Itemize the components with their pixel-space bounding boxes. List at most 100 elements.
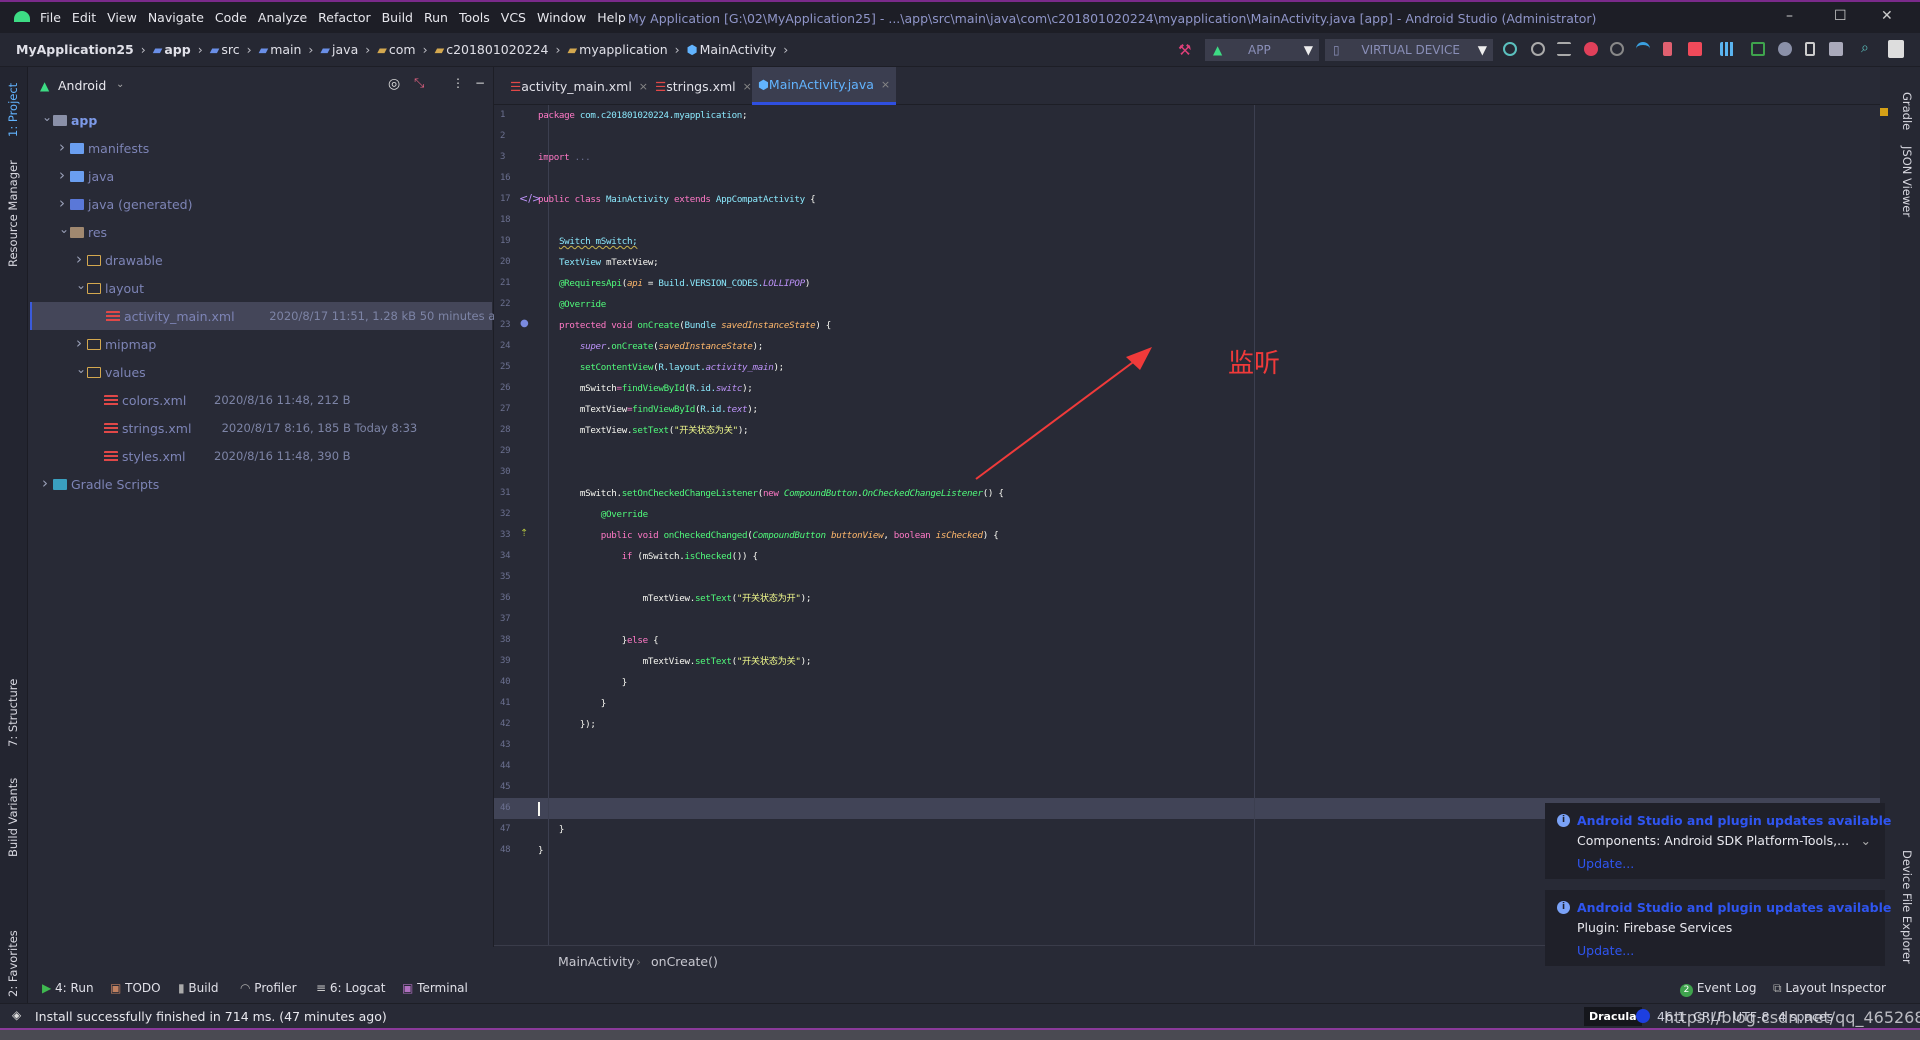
- menu-help[interactable]: Help: [597, 10, 626, 25]
- update-link[interactable]: Update...: [1577, 943, 1634, 958]
- breadcrumb-item[interactable]: app: [164, 42, 190, 57]
- rerun-tests-icon[interactable]: [1557, 42, 1571, 56]
- code-line[interactable]: 20 TextView mTextView;: [494, 252, 1880, 273]
- breadcrumb-item[interactable]: main: [270, 42, 301, 57]
- chevron-right-icon[interactable]: ›: [59, 194, 65, 212]
- menu-view[interactable]: View: [107, 10, 137, 25]
- more-options-icon[interactable]: ⋮: [452, 76, 464, 90]
- tree-item[interactable]: › drawable: [30, 246, 492, 274]
- avd-manager-icon[interactable]: [1805, 42, 1815, 56]
- user-avatar-icon[interactable]: [1888, 40, 1904, 58]
- build-variants-tool-button[interactable]: Build Variants: [6, 778, 20, 857]
- locate-target-icon[interactable]: ◎: [388, 76, 400, 92]
- crumb-method[interactable]: onCreate(): [651, 954, 718, 969]
- code-line[interactable]: 45: [494, 777, 1880, 798]
- code-line[interactable]: 32 @Override: [494, 504, 1880, 525]
- code-line[interactable]: 42 });: [494, 714, 1880, 735]
- code-line[interactable]: 19 Switch mSwitch;: [494, 231, 1880, 252]
- code-line[interactable]: 41 }: [494, 693, 1880, 714]
- code-line[interactable]: 28 mTextView.setText("开关状态为关");: [494, 420, 1880, 441]
- menu-vcs[interactable]: VCS: [501, 10, 526, 25]
- menu-window[interactable]: Window: [537, 10, 586, 25]
- profile-icon[interactable]: [1610, 42, 1624, 56]
- code-line[interactable]: 43: [494, 735, 1880, 756]
- tree-item[interactable]: ⌄ values: [30, 358, 492, 386]
- code-line[interactable]: 39 mTextView.setText("开关状态为关");: [494, 651, 1880, 672]
- structure-tool-button[interactable]: 7: Structure: [6, 679, 20, 747]
- code-line[interactable]: 40 }: [494, 672, 1880, 693]
- code-line[interactable]: 17 public class MainActivity extends AppC…: [494, 189, 1880, 210]
- menu-run[interactable]: Run: [424, 10, 448, 25]
- tree-item[interactable]: activity_main.xml 2020/8/17 11:51, 1.28 k…: [30, 302, 510, 330]
- menu-code[interactable]: Code: [215, 10, 247, 25]
- code-line[interactable]: 25 setContentView(R.layout.activity_main…: [494, 357, 1880, 378]
- code-line[interactable]: 30: [494, 462, 1880, 483]
- warning-marker[interactable]: [1880, 108, 1888, 116]
- tree-item[interactable]: ⌄ app: [30, 106, 492, 134]
- tree-item[interactable]: › java: [30, 162, 492, 190]
- breadcrumb-item[interactable]: MyApplication25: [16, 42, 134, 57]
- run-config-dropdown[interactable]: ▲ APP ▼: [1205, 39, 1319, 61]
- sync-grid-icon[interactable]: [1720, 42, 1734, 56]
- apply-code-changes-icon[interactable]: [1531, 42, 1545, 56]
- tree-item[interactable]: › mipmap: [30, 330, 492, 358]
- override-gutter-icon[interactable]: ●: [520, 318, 529, 329]
- code-line[interactable]: 21 @RequiresApi(api = Build.VERSION_CODE…: [494, 273, 1880, 294]
- logcat-tool-button[interactable]: ≡ 6: Logcat: [316, 981, 385, 995]
- device-dropdown[interactable]: ▯ VIRTUAL DEVICE ▼: [1325, 39, 1493, 61]
- chevron-down-icon[interactable]: ⌄: [76, 362, 86, 376]
- chevron-right-icon[interactable]: ›: [42, 474, 48, 492]
- chevron-right-icon[interactable]: ›: [59, 138, 65, 156]
- implement-gutter-icon[interactable]: ⇡: [520, 528, 528, 539]
- tree-item[interactable]: colors.xml 2020/8/16 11:48, 212 B: [30, 386, 492, 414]
- tab-activity_main-xml[interactable]: ☰ activity_main.xml ×: [504, 67, 654, 105]
- minimize-button[interactable]: –: [1786, 8, 1793, 24]
- chevron-right-icon[interactable]: ›: [76, 250, 82, 268]
- sdk-manager-icon[interactable]: [1829, 42, 1843, 56]
- code-line[interactable]: 44: [494, 756, 1880, 777]
- attach-debugger-icon[interactable]: [1663, 42, 1672, 56]
- chevron-down-icon[interactable]: ⌄: [116, 79, 124, 90]
- chevron-down-icon[interactable]: ⌄: [76, 278, 86, 292]
- run-tool-button[interactable]: ▶ 4: Run: [42, 981, 94, 995]
- hide-panel-icon[interactable]: −: [475, 76, 485, 90]
- terminal-tool-button[interactable]: ▣ Terminal: [402, 981, 468, 995]
- build-tool-button[interactable]: ▮ Build: [178, 981, 219, 995]
- code-line[interactable]: 27 mTextView=findViewById(R.id.text);: [494, 399, 1880, 420]
- project-view-selector[interactable]: Android: [58, 78, 106, 93]
- profiler-gauge-icon[interactable]: [1636, 42, 1650, 56]
- gradle-tool-button[interactable]: Gradle: [1900, 92, 1914, 130]
- menu-edit[interactable]: Edit: [72, 10, 96, 25]
- debug-icon[interactable]: [1584, 42, 1598, 56]
- close-tab-icon[interactable]: ×: [881, 78, 890, 91]
- chevron-right-icon[interactable]: ›: [76, 334, 82, 352]
- resource-manager-tool-button[interactable]: Resource Manager: [6, 160, 20, 267]
- menu-analyze[interactable]: Analyze: [258, 10, 307, 25]
- status-message[interactable]: Install successfully finished in 714 ms.…: [35, 1009, 387, 1024]
- stop-icon[interactable]: [1688, 42, 1702, 56]
- search-icon[interactable]: ⌕: [1861, 40, 1869, 56]
- favorites-tool-button[interactable]: 2: Favorites: [6, 930, 20, 997]
- layout-inspector-button[interactable]: ⧉ Layout Inspector: [1773, 981, 1886, 996]
- code-line[interactable]: 37: [494, 609, 1880, 630]
- chevron-down-icon[interactable]: ⌄: [59, 222, 69, 236]
- menu-file[interactable]: File: [40, 10, 61, 25]
- json-viewer-tool-button[interactable]: JSON Viewer: [1900, 146, 1914, 217]
- code-line[interactable]: 29: [494, 441, 1880, 462]
- code-line[interactable]: 22 @Override: [494, 294, 1880, 315]
- update-link[interactable]: Update...: [1577, 856, 1634, 871]
- breadcrumb-item[interactable]: java: [332, 42, 358, 57]
- code-line[interactable]: 18: [494, 210, 1880, 231]
- terminal-icon[interactable]: [1751, 42, 1765, 56]
- code-line[interactable]: 33 public void onCheckedChanged(Compound…: [494, 525, 1880, 546]
- class-gutter-icon[interactable]: </>: [519, 192, 541, 205]
- collapse-all-icon[interactable]: ⤡: [414, 76, 424, 91]
- code-line[interactable]: 34 if (mSwitch.isChecked()) {: [494, 546, 1880, 567]
- tab-strings-xml[interactable]: ☰ strings.xml ×: [649, 67, 758, 105]
- todo-tool-button[interactable]: ▣ TODO: [110, 981, 161, 995]
- crumb-class[interactable]: MainActivity: [558, 954, 635, 969]
- close-button[interactable]: ✕: [1881, 8, 1893, 24]
- profiler-tool-button[interactable]: ◠ Profiler: [240, 981, 297, 995]
- project-tool-button[interactable]: 1: Project: [6, 83, 20, 137]
- menu-build[interactable]: Build: [382, 10, 413, 25]
